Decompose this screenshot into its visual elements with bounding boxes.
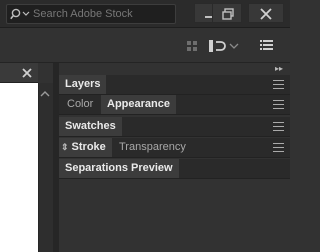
close-icon[interactable] [20, 66, 34, 80]
tab-stroke-label: Stroke [71, 141, 106, 153]
separations-preview-panel-header: Separations Preview [59, 159, 290, 179]
tab-color[interactable]: Color [61, 95, 99, 114]
panel-content-area [59, 179, 290, 252]
restore-icon [222, 8, 234, 20]
application-toolbar [0, 28, 290, 63]
collapse-panels-icon[interactable]: ▸▸ [275, 64, 283, 73]
tab-appearance[interactable]: Appearance [101, 95, 176, 114]
swatches-panel-header: Swatches [59, 117, 290, 137]
close-icon [260, 8, 272, 20]
search-icon [10, 8, 30, 20]
artboard-canvas[interactable] [0, 83, 38, 252]
search-adobe-stock-field[interactable]: Search Adobe Stock [6, 4, 176, 24]
arrange-documents-icon[interactable] [186, 40, 199, 53]
tab-transparency[interactable]: Transparency [113, 138, 192, 157]
panel-menu-icon[interactable] [260, 40, 273, 51]
expand-collapse-icon[interactable]: ⇕ [61, 142, 69, 152]
panel-menu-icon[interactable] [273, 100, 284, 109]
close-window-button[interactable] [248, 3, 284, 23]
tab-swatches[interactable]: Swatches [59, 117, 122, 136]
vertical-scrollbar[interactable] [38, 83, 53, 252]
panel-menu-icon[interactable] [273, 143, 284, 152]
layers-panel-header: Layers [59, 75, 290, 95]
search-placeholder: Search Adobe Stock [33, 8, 133, 20]
panel-menu-icon[interactable] [273, 122, 284, 131]
tab-layers[interactable]: Layers [59, 75, 107, 94]
chevron-up-icon[interactable] [40, 90, 50, 98]
stroke-transparency-panel-header: ⇕ Stroke Transparency [59, 138, 290, 158]
tab-separations-preview[interactable]: Separations Preview [59, 159, 179, 178]
restore-button[interactable] [212, 3, 242, 23]
color-appearance-panel-header: Color Appearance [59, 95, 290, 115]
panel-menu-icon[interactable] [273, 80, 284, 89]
tab-stroke[interactable]: ⇕ Stroke [59, 138, 112, 157]
workspace-switcher-icon[interactable] [208, 39, 242, 53]
